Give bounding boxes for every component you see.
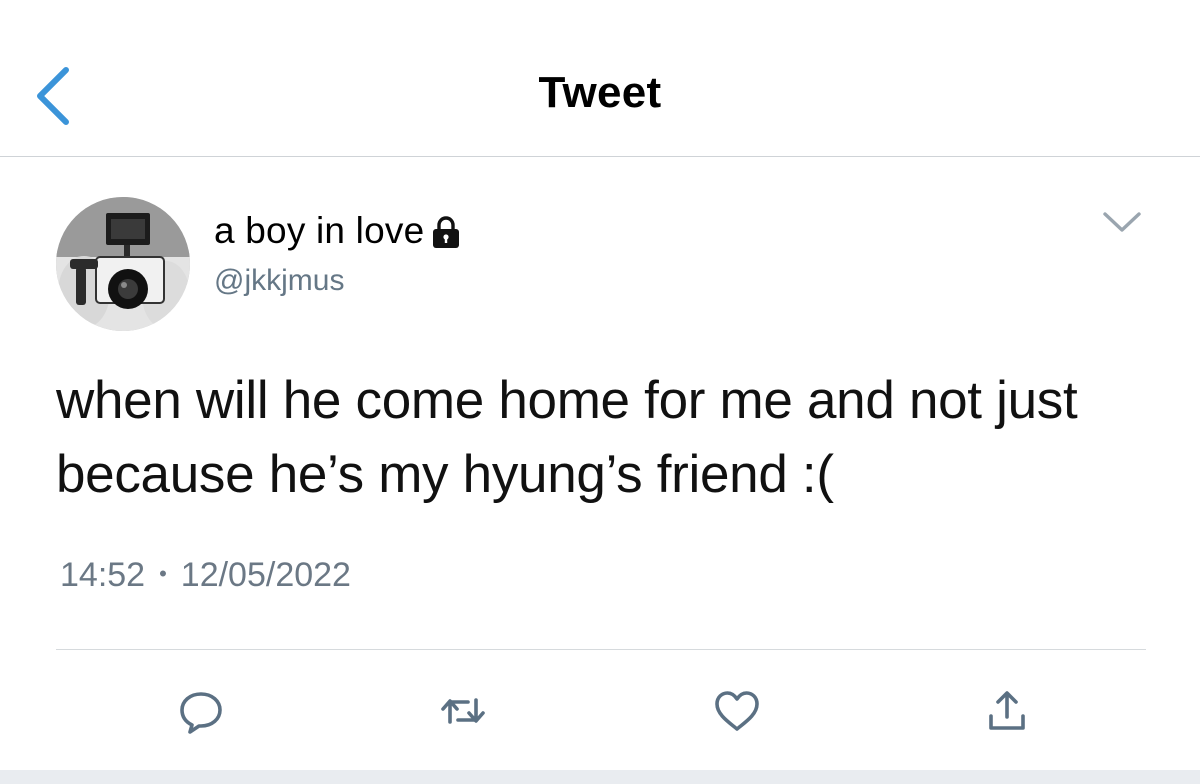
heart-icon [715, 691, 759, 731]
tweet-timestamp: 14:52 • 12/05/2022 [60, 556, 351, 595]
more-options-button[interactable] [1100, 206, 1144, 240]
bottom-bar-edge [0, 770, 1200, 784]
reply-bubble-icon [180, 692, 222, 734]
separator-dot: • [159, 560, 167, 586]
retweet-icon [441, 698, 485, 724]
nav-bar: Tweet [0, 0, 1200, 157]
display-name: a boy in love [214, 210, 425, 251]
lock-icon [428, 214, 464, 250]
reply-button[interactable] [176, 686, 226, 736]
tweet-detail-screen: Tweet a boy in love @jkkjmus when will h… [0, 0, 1200, 784]
camera-photo-avatar [56, 197, 190, 331]
tweet-text: when will he come home for me and not ju… [56, 371, 1078, 504]
share-button[interactable] [982, 686, 1032, 736]
author-name-row[interactable]: a boy in love [214, 205, 464, 257]
author-handle[interactable]: @jkkjmus [214, 264, 344, 298]
tweet-time: 14:52 [60, 556, 146, 594]
chevron-down-icon [1103, 212, 1141, 232]
tweet-date: 12/05/2022 [180, 556, 351, 594]
share-icon [989, 691, 1025, 730]
page-title: Tweet [538, 68, 662, 117]
retweet-button[interactable] [438, 686, 488, 736]
like-button[interactable] [712, 686, 762, 736]
divider [56, 649, 1146, 650]
avatar[interactable] [56, 197, 190, 331]
